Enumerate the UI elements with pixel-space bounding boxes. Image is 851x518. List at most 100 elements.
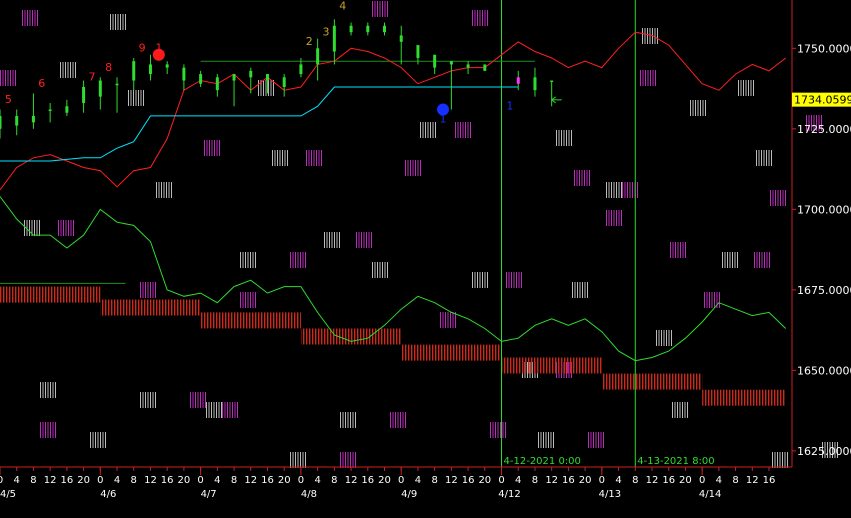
background-tick-cluster <box>356 232 372 248</box>
y-tick-label: 1725.00000 <box>797 123 851 136</box>
background-tick-cluster <box>190 392 206 408</box>
count-label: 9 <box>139 42 146 55</box>
x-hour-label: 16 <box>361 475 374 486</box>
y-tick-label: 1700.00000 <box>797 203 851 216</box>
count-label: 8 <box>105 61 112 74</box>
x-hour-label: 16 <box>562 475 575 486</box>
x-hour-label: 16 <box>61 475 74 486</box>
background-tick-cluster <box>405 160 421 176</box>
x-hour-label: 16 <box>763 475 776 486</box>
background-tick-cluster <box>440 312 456 328</box>
background-tick-cluster <box>222 402 238 418</box>
candle-body <box>265 74 269 81</box>
x-hour-label: 12 <box>545 475 558 486</box>
x-hour-label: 0 <box>498 475 504 486</box>
candle-body <box>466 64 470 68</box>
cloud-band-segment <box>401 344 502 361</box>
chart-canvas: 4-12-2021 0:00 4-13-2021 8:0056 789 1 234111… <box>0 0 851 500</box>
count-label: 7 <box>88 71 95 84</box>
background-tick-cluster <box>272 150 288 166</box>
x-hour-label: 20 <box>278 475 291 486</box>
background-tick-cluster <box>290 252 306 268</box>
candle-body <box>483 64 487 71</box>
background-tick-cluster <box>110 14 126 30</box>
x-hour-label: 0 <box>599 475 605 486</box>
x-date-label: 4/14 <box>699 489 721 500</box>
x-hour-label: 0 <box>0 475 3 486</box>
background-tick-cluster <box>156 182 172 198</box>
background-tick-cluster <box>140 392 156 408</box>
x-hour-label: 20 <box>77 475 90 486</box>
candle-body <box>215 77 219 91</box>
count-label: 1 <box>440 112 447 125</box>
background-tick-cluster <box>204 140 220 156</box>
candle-body <box>132 61 136 81</box>
background-tick-cluster <box>372 262 388 278</box>
candle-body <box>399 35 403 42</box>
background-tick-cluster <box>640 70 656 86</box>
candle-body <box>0 115 2 129</box>
candle-body <box>148 64 152 75</box>
x-hour-label: 16 <box>261 475 274 486</box>
background-tick-cluster <box>455 122 471 138</box>
x-date-label: 4/5 <box>0 489 16 500</box>
session-label: 4-12-2021 0:00 <box>504 456 581 467</box>
x-hour-label: 16 <box>161 475 174 486</box>
candle-body <box>249 70 253 78</box>
x-hour-label: 4 <box>114 475 120 486</box>
candle-body <box>115 83 119 86</box>
x-hour-label: 8 <box>30 475 36 486</box>
background-tick-cluster <box>506 272 522 288</box>
x-date-label: 4/9 <box>401 489 417 500</box>
x-hour-label: 20 <box>178 475 191 486</box>
x-hour-label: 4 <box>515 475 521 486</box>
x-hour-label: 16 <box>462 475 475 486</box>
x-hour-label: 20 <box>378 475 391 486</box>
candle-body <box>165 64 169 68</box>
x-hour-label: 12 <box>144 475 157 486</box>
cloud-band-segment <box>601 373 703 390</box>
cloud-band-segment <box>501 357 602 374</box>
x-hour-label: 0 <box>298 475 304 486</box>
background-tick-cluster <box>206 402 222 418</box>
x-hour-label: 12 <box>345 475 358 486</box>
background-tick-cluster <box>756 150 772 166</box>
candle-body <box>449 61 453 65</box>
candle-body <box>299 64 303 75</box>
candle-body <box>15 115 19 126</box>
candle-body <box>349 25 353 33</box>
x-hour-label: 20 <box>679 475 692 486</box>
candle-body <box>98 80 102 97</box>
candle-body <box>366 25 370 33</box>
x-hour-label: 16 <box>662 475 675 486</box>
count-label: 2 <box>306 35 313 48</box>
x-hour-label: 8 <box>131 475 137 486</box>
background-tick-cluster <box>306 150 322 166</box>
x-hour-label: 20 <box>478 475 491 486</box>
y-tick-label: 1675.00000 <box>797 284 851 297</box>
count-label: 1 <box>155 42 162 55</box>
x-hour-label: 4 <box>615 475 621 486</box>
background-tick-cluster <box>58 220 74 236</box>
candle-body <box>433 54 437 68</box>
candle-body <box>416 45 420 58</box>
background-tick-cluster <box>722 252 738 268</box>
x-date-label: 4/13 <box>599 489 621 500</box>
count-label: 3 <box>322 25 329 38</box>
background-tick-cluster <box>40 382 56 398</box>
x-hour-label: 20 <box>579 475 592 486</box>
background-tick-cluster <box>240 292 256 308</box>
background-tick-cluster <box>642 28 658 44</box>
x-hour-label: 8 <box>231 475 237 486</box>
x-hour-label: 0 <box>398 475 404 486</box>
background-tick-cluster <box>60 62 76 78</box>
candle-body <box>332 25 336 52</box>
price-chart[interactable]: 4-12-2021 0:00 4-13-2021 8:00 5 6 7 8 9 1 2 3 4 1 1 1… <box>0 0 851 514</box>
background-tick-cluster <box>490 422 506 438</box>
cloud-band-segment <box>100 299 201 316</box>
y-tick-label: 1625.00000 <box>797 445 851 458</box>
background-tick-cluster <box>656 330 672 346</box>
y-tick-label: 1650.00000 <box>797 364 851 377</box>
x-hour-label: 12 <box>44 475 57 486</box>
x-hour-label: 0 <box>197 475 203 486</box>
